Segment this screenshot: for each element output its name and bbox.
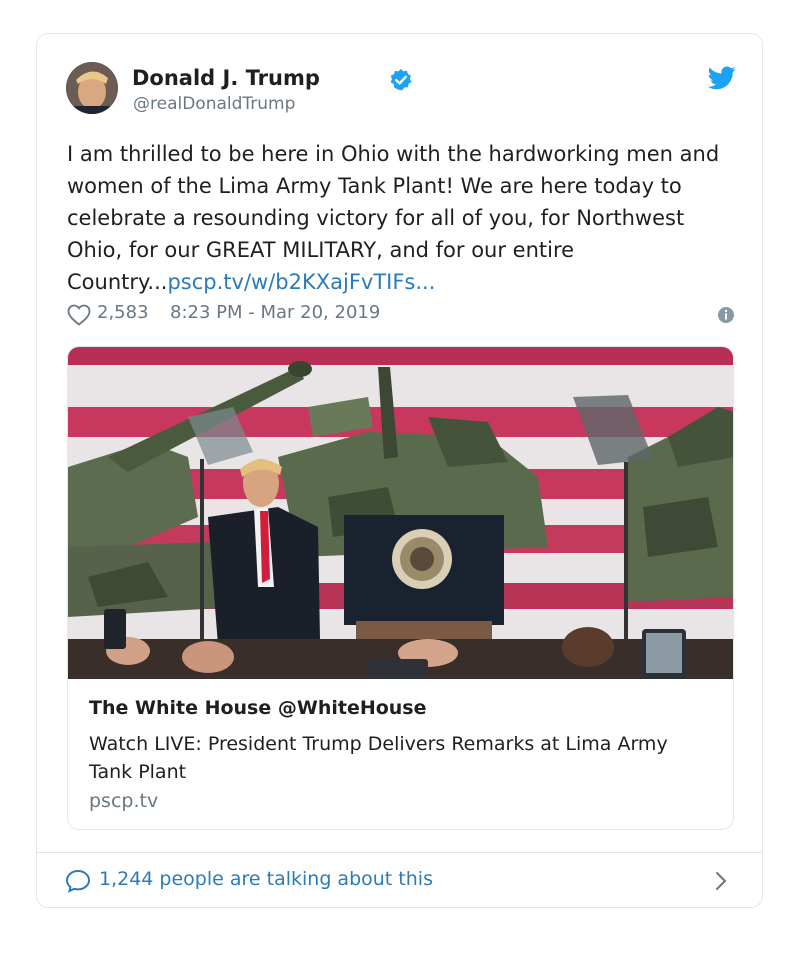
tweet-header: Donald J. Trump @realDonaldTrump (66, 62, 736, 118)
tweet-card[interactable]: Donald J. Trump @realDonaldTrump I am th… (36, 33, 763, 908)
author-handle[interactable]: @realDonaldTrump (133, 94, 295, 114)
tweet-link[interactable]: pscp.tv/w/b2KXajFvTIFs... (167, 270, 435, 294)
preview-image[interactable] (68, 347, 734, 679)
embed-author: The White House @WhiteHouse (89, 697, 427, 719)
speech-bubble-icon (65, 869, 91, 893)
heart-icon[interactable] (67, 304, 91, 326)
embed-title: Watch LIVE: President Trump Delivers Rem… (89, 733, 668, 783)
conversation-footer[interactable]: 1,244 people are talking about this (37, 852, 762, 908)
tweet-meta: 2,583 8:23 PM - Mar 20, 2019 (67, 302, 735, 328)
embed-domain: pscp.tv (89, 790, 159, 812)
like-count[interactable]: 2,583 (97, 302, 149, 323)
info-icon[interactable] (717, 306, 735, 324)
tweet-timestamp[interactable]: 8:23 PM - Mar 20, 2019 (170, 302, 380, 323)
chevron-right-icon[interactable] (714, 870, 728, 892)
link-preview-card[interactable]: The White House @WhiteHouse Watch LIVE: … (67, 346, 734, 830)
tweet-text: I am thrilled to be here in Ohio with th… (67, 138, 727, 298)
avatar[interactable] (66, 62, 118, 114)
conversation-link[interactable]: 1,244 people are talking about this (99, 868, 433, 890)
verified-badge-icon (390, 69, 412, 91)
twitter-bird-icon[interactable] (708, 66, 736, 90)
author-name[interactable]: Donald J. Trump (132, 66, 320, 90)
